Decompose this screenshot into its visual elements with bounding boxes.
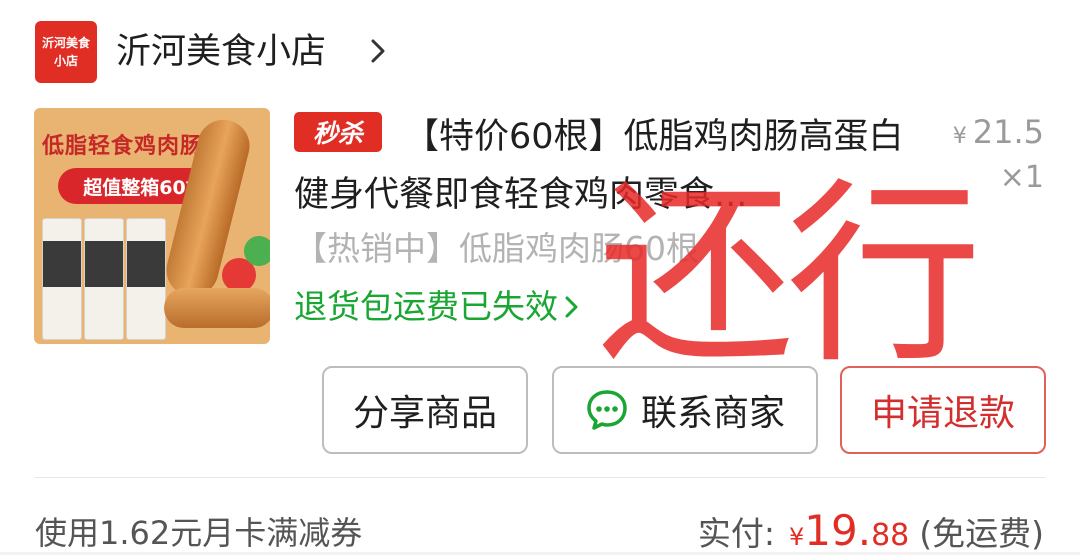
price-value: 21.5 <box>972 113 1044 151</box>
product-price: ¥21.5 <box>953 113 1044 151</box>
contact-button-label: 联系商家 <box>640 393 785 434</box>
divider <box>35 477 1045 478</box>
sausage-graphic <box>164 288 270 328</box>
seckill-badge: 秒杀 <box>294 112 382 152</box>
watermark-text: 还行 <box>598 162 982 390</box>
shop-logo[interactable]: 沂河美食 小店 <box>35 21 97 83</box>
order-card: 沂河美食 小店 沂河美食小店 低脂轻食鸡肉肠 超值整箱60根 【特价60根】低脂… <box>0 0 1080 555</box>
paid-total: 实付: ¥19.88 (免运费) <box>698 506 1044 555</box>
shop-name[interactable]: 沂河美食小店 <box>116 28 326 76</box>
shop-logo-line2: 小店 <box>53 54 78 68</box>
shop-logo-line1: 沂河美食 <box>41 36 90 50</box>
refund-button-label: 申请退款 <box>870 393 1015 434</box>
paid-amount: ¥19.88 <box>789 506 909 555</box>
package-graphic <box>126 218 166 340</box>
share-product-button[interactable]: 分享商品 <box>322 366 528 454</box>
chevron-right-icon[interactable] <box>368 35 390 67</box>
product-quantity: ×1 <box>999 160 1044 195</box>
package-graphic <box>84 218 124 340</box>
product-image-title: 低脂轻食鸡肉肠 <box>42 134 204 159</box>
share-button-label: 分享商品 <box>352 393 497 434</box>
chat-icon <box>587 390 627 430</box>
paid-amount-int: 19. <box>804 506 872 555</box>
return-notice-text: 退货包运费已失效 <box>294 287 558 326</box>
price-currency: ¥ <box>952 124 967 149</box>
coupon-info: 使用1.62元月卡满减券 <box>35 514 363 552</box>
paid-amount-dec: 88 <box>871 518 910 553</box>
product-image[interactable]: 低脂轻食鸡肉肠 超值整箱60根 <box>34 108 270 344</box>
leaf-graphic <box>244 236 270 266</box>
shipping-note: (免运费) <box>919 514 1044 553</box>
package-graphic <box>42 218 82 340</box>
chevron-right-icon <box>565 296 578 318</box>
paid-label: 实付: <box>697 514 775 553</box>
paid-currency: ¥ <box>788 523 805 551</box>
return-shipping-notice[interactable]: 退货包运费已失效 <box>294 284 580 330</box>
